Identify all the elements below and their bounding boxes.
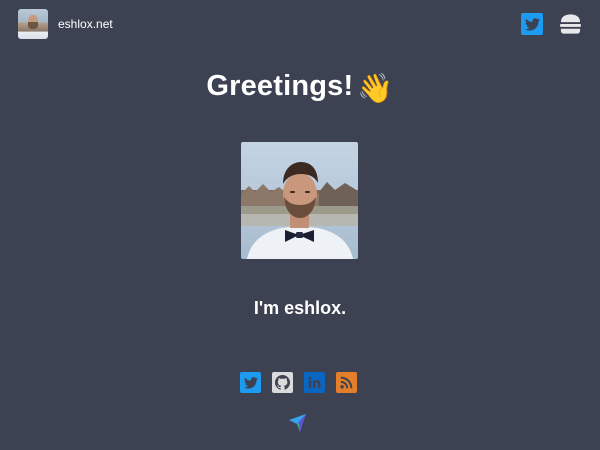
- waving-hand-icon: 👋: [357, 73, 394, 105]
- github-icon[interactable]: [272, 372, 293, 393]
- profile-photo: [241, 142, 358, 259]
- rss-icon[interactable]: [336, 372, 357, 393]
- hamburger-menu-icon[interactable]: [559, 13, 582, 35]
- linkedin-icon[interactable]: [304, 372, 325, 393]
- twitter-icon[interactable]: [240, 372, 261, 393]
- greeting-text: Greetings!: [206, 70, 354, 102]
- paper-plane-logo-icon: [289, 414, 306, 432]
- site-home-link[interactable]: eshlox.net: [18, 9, 113, 39]
- site-name: eshlox.net: [58, 17, 113, 31]
- twitter-icon[interactable]: [521, 13, 543, 35]
- page: eshlox.net Greetings! 👋 I'm eshlox.: [0, 0, 600, 450]
- page-title: Greetings! 👋: [0, 70, 600, 106]
- social-links: [240, 372, 357, 393]
- header-actions: [521, 13, 582, 35]
- tagline: I'm eshlox.: [253, 298, 347, 318]
- avatar: [18, 9, 48, 39]
- site-header: eshlox.net: [0, 0, 600, 48]
